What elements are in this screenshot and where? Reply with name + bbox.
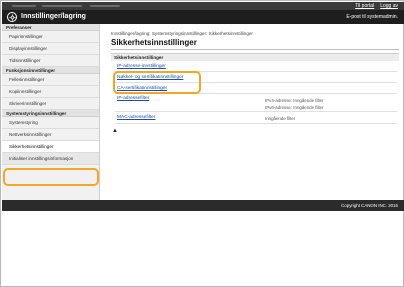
sidebar-item-initialize[interactable]: Initialiser innstillingsinformasjon (2, 153, 99, 165)
mac-filter-link[interactable]: MAC-adressefilter (117, 115, 155, 120)
sidebar-item-security[interactable]: Sikkerhetsinnstillinger (2, 141, 99, 153)
ipv4-filter-value: IPv4-adresse: Inngående filter (265, 98, 324, 103)
section-heading: Sikkerhetsinnstillinger (111, 53, 399, 61)
sidebar-heading-functions: Funksjonsinnstillinger (2, 67, 99, 74)
row-divider (115, 82, 397, 83)
mac-filter-value: Inngående filter (265, 116, 296, 121)
browser-frame: Til portal Logg av Innstillinger/lagring… (0, 0, 404, 287)
top-bar: Til portal Logg av (2, 2, 404, 10)
row-divider (115, 93, 397, 94)
row-divider (115, 111, 397, 112)
ca-cert-link[interactable]: CA-sertifikatinnstillinger (117, 86, 167, 91)
sidebar: Preferanser Papirinnstillinger Displayin… (2, 24, 100, 200)
row-divider (115, 71, 397, 72)
portal-link[interactable]: Til portal (355, 3, 374, 9)
ipv6-filter-value: IPv6-adresse: Inngående filter (265, 105, 324, 110)
footer: Copyright CANON INC. 2016 (2, 200, 404, 211)
blurred-text (12, 5, 36, 7)
divider (111, 49, 399, 50)
main-content: Innstillinger/lagring: Systemstyringsinn… (105, 24, 401, 200)
key-cert-link[interactable]: Nøkkel- og sertifikatinnstillinger (117, 75, 183, 80)
settings-logo-icon (7, 12, 17, 22)
sidebar-item-common[interactable]: Fellesinnstillinger (2, 74, 99, 86)
breadcrumb: Innstillinger/lagring: Systemstyringsinn… (111, 31, 253, 36)
blurred-text (90, 5, 120, 7)
logout-link[interactable]: Logg av (380, 3, 398, 9)
page-title: Sikkerhetsinnstillinger (111, 38, 197, 47)
back-to-top-icon[interactable]: ▲ (112, 128, 118, 134)
sidebar-item-paper[interactable]: Papirinnstillinger (2, 31, 99, 43)
sidebar-item-display[interactable]: Displayinnstillinger (2, 43, 99, 55)
ip-filter-link[interactable]: IP-adressefilter (117, 96, 149, 101)
app-header: Innstillinger/lagring E-post til systema… (2, 10, 404, 24)
sidebar-heading-preferences: Preferanser (2, 24, 99, 31)
top-links: Til portal Logg av (355, 3, 398, 9)
copyright: Copyright CANON INC. 2016 (341, 203, 398, 208)
sidebar-item-network[interactable]: Nettverksinnstillinger (2, 129, 99, 141)
sidebar-item-system-management[interactable]: Systemstyring (2, 117, 99, 129)
port-settings-link[interactable]: IP-adresse-innstillinger (117, 64, 166, 69)
sidebar-item-time[interactable]: Tidsinnstillinger (2, 55, 99, 67)
email-admin-link[interactable]: E-post til systemadmin. (346, 14, 398, 20)
sidebar-heading-system: Systemstyringsinnstillinger (2, 110, 99, 117)
row-divider (115, 123, 397, 124)
blurred-text (42, 5, 82, 7)
sidebar-item-copy[interactable]: Kopiinnstillinger (2, 86, 99, 98)
app-title: Innstillinger/lagring (21, 13, 86, 20)
sidebar-item-printer[interactable]: Skriverinnstillinger (2, 98, 99, 110)
